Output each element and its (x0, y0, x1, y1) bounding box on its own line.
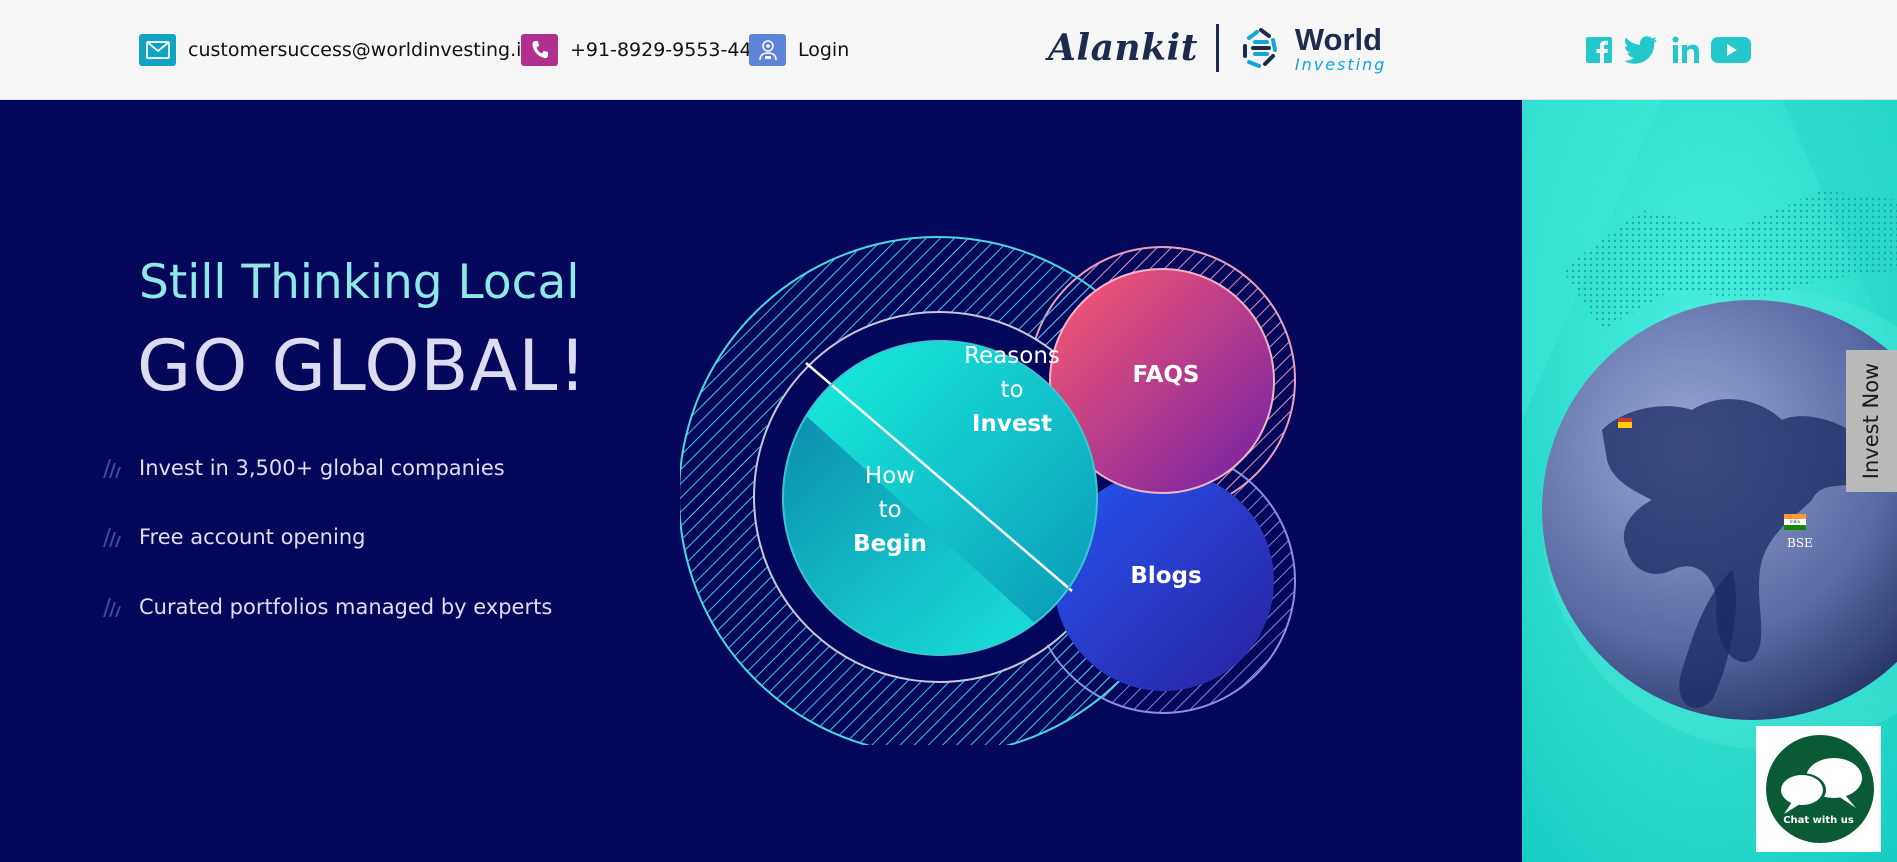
phone-text[interactable]: +91-8929-9553-44 (570, 39, 752, 61)
brand-logo[interactable]: Alankit World Investing (1048, 20, 1386, 76)
facebook-icon[interactable] (1580, 34, 1618, 66)
phone-icon (521, 34, 558, 66)
stripe-bullet-icon (103, 598, 121, 617)
reasons-to-invest-link[interactable]: Reasons to Invest (932, 339, 1092, 441)
chat-label: Chat with us (1783, 815, 1854, 826)
twitter-icon[interactable] (1622, 34, 1660, 66)
chat-widget[interactable]: Chat with us (1756, 726, 1881, 852)
world-logo-text: World (1294, 21, 1383, 57)
mail-icon (139, 34, 176, 66)
invest-now-label: Invest Now (1859, 362, 1884, 480)
login-link[interactable]: Login (749, 34, 849, 66)
how-line-3: Begin (853, 531, 927, 557)
hero-tagline: Still Thinking Local (139, 255, 580, 310)
stripe-bullet-icon (103, 528, 121, 547)
venn-navigation: Reasons to Invest How to Begin FAQS Blog… (678, 215, 1320, 756)
feature-item: Free account opening (101, 522, 365, 552)
chat-bubbles-icon (1778, 758, 1862, 814)
investing-logo-text: Investing (1294, 54, 1387, 74)
invest-now-tab[interactable]: Invest Now (1846, 350, 1897, 492)
reasons-line-3: Invest (971, 411, 1053, 437)
hero-headline: GO GLOBAL! (137, 325, 588, 407)
email-contact[interactable]: customersuccess@worldinvesting.in (139, 34, 533, 66)
how-line-1: How (864, 463, 916, 489)
logo-divider (1215, 24, 1219, 72)
linkedin-icon[interactable] (1667, 34, 1705, 66)
faqs-link[interactable]: FAQS (1086, 358, 1246, 392)
top-header-bar: customersuccess@worldinvesting.in +91-89… (0, 0, 1897, 100)
login-text[interactable]: Login (798, 39, 849, 61)
email-text[interactable]: customersuccess@worldinvesting.in (188, 39, 533, 61)
alankit-logo-text: Alankit (1048, 27, 1198, 69)
bse-label: BSE (1787, 536, 1813, 550)
blogs-link[interactable]: Blogs (1086, 559, 1246, 593)
world-investing-logo-icon (1242, 28, 1277, 68)
how-to-begin-link[interactable]: How to Begin (830, 459, 950, 561)
reasons-line-2: to (1000, 377, 1024, 403)
reasons-line-1: Reasons (964, 343, 1060, 369)
user-login-icon (749, 34, 786, 66)
feature-text: Invest in 3,500+ global companies (139, 456, 505, 480)
feature-item: Curated portfolios managed by experts (101, 592, 552, 622)
stripe-bullet-icon (103, 459, 121, 478)
how-line-2: to (878, 497, 902, 523)
phone-contact[interactable]: +91-8929-9553-44 (521, 34, 752, 66)
feature-text: Curated portfolios managed by experts (139, 595, 553, 619)
feature-text: Free account opening (139, 525, 366, 549)
india-marker-label: India (1790, 519, 1800, 524)
youtube-icon[interactable] (1710, 34, 1752, 66)
feature-item: Invest in 3,500+ global companies (101, 453, 505, 483)
